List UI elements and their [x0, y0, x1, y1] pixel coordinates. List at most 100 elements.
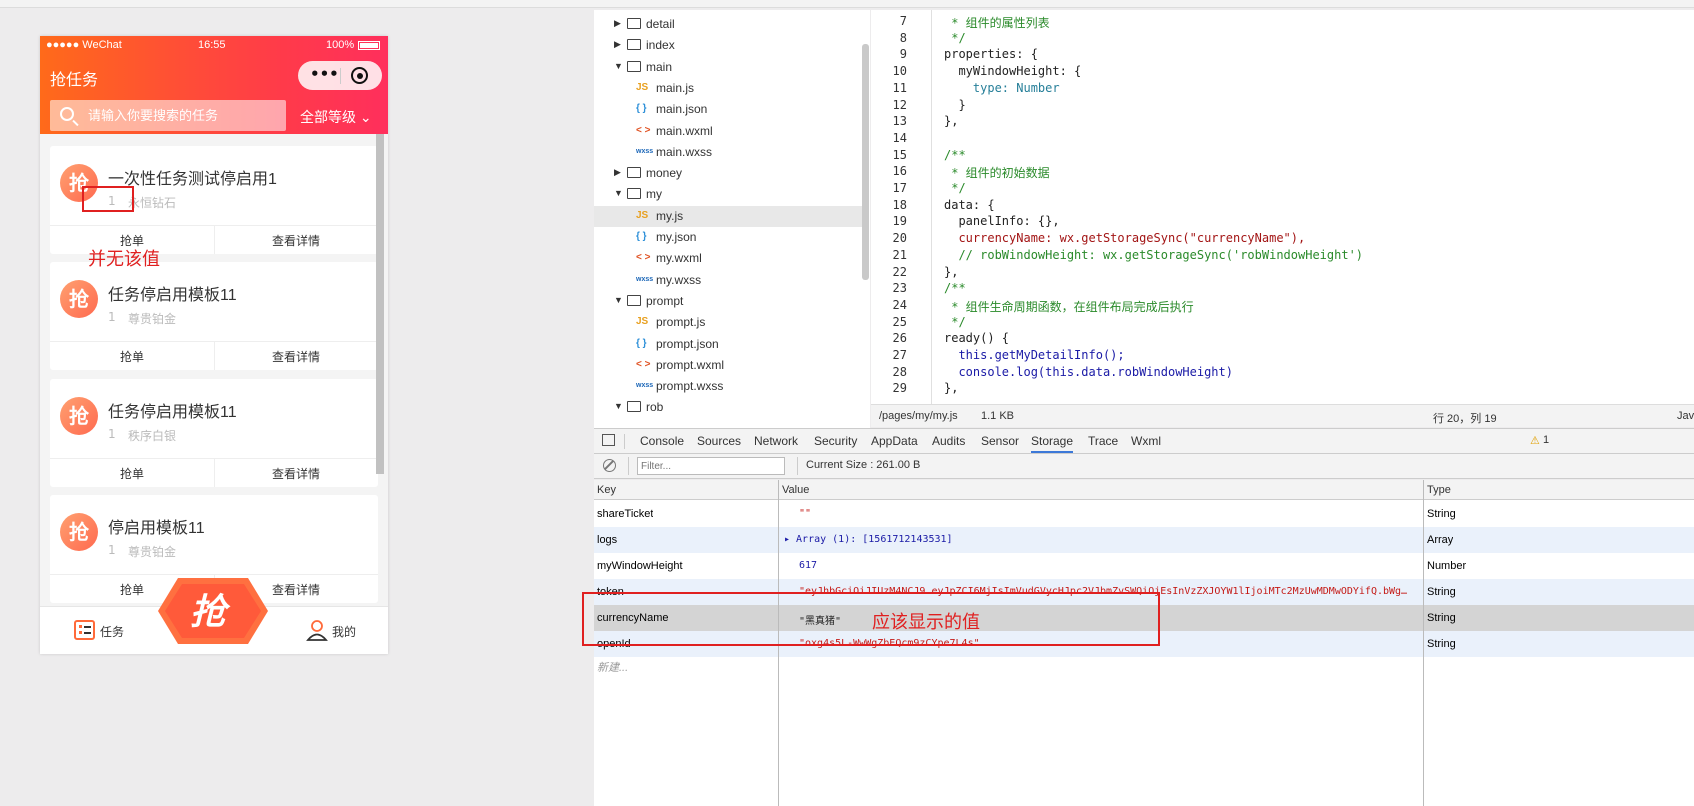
- grab-order-button[interactable]: 抢单: [50, 348, 214, 365]
- inspect-icon[interactable]: [602, 434, 615, 446]
- view-detail-button[interactable]: 查看详情: [214, 348, 378, 365]
- code-line[interactable]: properties: {: [944, 47, 1038, 61]
- view-detail-button[interactable]: 查看详情: [214, 232, 378, 249]
- code-line[interactable]: }: [944, 98, 965, 112]
- file-item[interactable]: { } my.json: [594, 227, 862, 248]
- task-logo-icon: 抢: [60, 397, 98, 435]
- wechat-capsule[interactable]: •••: [298, 61, 382, 90]
- grab-fab-label[interactable]: 抢: [190, 583, 226, 635]
- view-detail-button[interactable]: 查看详情: [214, 465, 378, 482]
- storage-value[interactable]: "": [799, 508, 1419, 519]
- warning-icon[interactable]: ⚠: [1530, 434, 1540, 447]
- storage-value[interactable]: 617: [799, 560, 1419, 571]
- tab-appdata[interactable]: AppData: [871, 434, 918, 448]
- search-input[interactable]: [88, 104, 278, 126]
- clear-icon[interactable]: [603, 459, 616, 472]
- tab-console[interactable]: Console: [640, 434, 684, 448]
- user-icon[interactable]: [306, 619, 328, 641]
- caret-right-icon[interactable]: ▶: [614, 39, 621, 50]
- file-tree: ▶ detail ▶ index ▼ main JS main.js { } main.json <…: [594, 10, 870, 430]
- file-item[interactable]: JS my.js: [594, 205, 862, 227]
- more-icon[interactable]: •••: [310, 65, 339, 83]
- file-tree-scrollbar[interactable]: [862, 44, 869, 280]
- folder-item[interactable]: ▶ detail: [594, 14, 862, 35]
- code-line[interactable]: /**: [944, 148, 966, 162]
- code-line[interactable]: },: [944, 381, 958, 395]
- code-line[interactable]: data: {: [944, 198, 995, 212]
- code-line[interactable]: this.getMyDetailInfo();: [944, 348, 1124, 362]
- file-item[interactable]: < > main.wxml: [594, 121, 862, 142]
- close-target-icon[interactable]: [351, 67, 368, 84]
- tab-storage[interactable]: Storage: [1031, 434, 1074, 453]
- code-line[interactable]: */: [944, 181, 965, 195]
- tab-trace[interactable]: Trace: [1088, 434, 1118, 448]
- code-line[interactable]: * 组件的初始数据: [944, 164, 1049, 181]
- code-line[interactable]: /**: [944, 281, 966, 295]
- table-row[interactable]: shareTicket "" String: [594, 501, 1694, 527]
- file-item[interactable]: < > my.wxml: [594, 248, 862, 269]
- tab-divider: [624, 434, 625, 449]
- table-row[interactable]: logs ▸ Array (1): [1561712143531] Array: [594, 527, 1694, 553]
- code-line[interactable]: },: [944, 114, 958, 128]
- line-number: 28: [892, 364, 907, 379]
- new-entry[interactable]: 新建...: [597, 659, 628, 675]
- file-item[interactable]: < > prompt.wxml: [594, 355, 862, 376]
- code-line[interactable]: panelInfo: {},: [944, 214, 1059, 228]
- folder-item[interactable]: ▶ money: [594, 163, 862, 184]
- wxml-file-icon: < >: [636, 124, 651, 136]
- tab-sensor[interactable]: Sensor: [981, 434, 1019, 448]
- tab-network[interactable]: Network: [754, 434, 798, 448]
- folder-item[interactable]: ▼ prompt: [594, 291, 862, 312]
- caret-right-icon[interactable]: ▶: [614, 167, 621, 178]
- tab-audits[interactable]: Audits: [932, 434, 965, 448]
- tab-wxml[interactable]: Wxml: [1131, 434, 1161, 448]
- caret-down-icon[interactable]: ▼: [614, 188, 623, 198]
- tab-security[interactable]: Security: [814, 434, 857, 448]
- folder-item[interactable]: ▼ my: [594, 184, 862, 205]
- language-mode[interactable]: Jav: [1677, 410, 1694, 422]
- tab-me[interactable]: 我的: [332, 623, 356, 640]
- list-scrollbar[interactable]: [376, 134, 384, 474]
- code-line[interactable]: type: Number: [944, 81, 1060, 95]
- task-card: 抢 任务停启用模板11 1 秩序白银 抢单 查看详情: [50, 379, 378, 487]
- caret-down-icon[interactable]: ▼: [614, 61, 623, 71]
- caret-down-icon[interactable]: ▼: [614, 401, 623, 411]
- column-header-type[interactable]: Type: [1424, 480, 1694, 500]
- code-editor[interactable]: 7 * 组件的属性列表 8 */ 9 properties: {10 myWindow…: [871, 10, 1694, 404]
- tab-sources[interactable]: Sources: [697, 434, 741, 448]
- folder-item[interactable]: ▼ main: [594, 57, 862, 78]
- level-select[interactable]: 全部等级 ⌄: [300, 107, 372, 127]
- folder-label: prompt: [646, 293, 684, 308]
- folder-item[interactable]: ▶ index: [594, 35, 862, 56]
- task-list-icon[interactable]: [74, 620, 95, 640]
- table-row[interactable]: myWindowHeight 617 Number: [594, 553, 1694, 579]
- column-header-value[interactable]: Value: [779, 480, 1423, 500]
- code-line[interactable]: myWindowHeight: {: [944, 64, 1081, 78]
- file-item[interactable]: JS prompt.js: [594, 312, 862, 333]
- file-item[interactable]: JS main.js: [594, 78, 862, 99]
- folder-item[interactable]: ▼ rob: [594, 397, 862, 418]
- column-header-key[interactable]: Key: [594, 480, 778, 500]
- file-item[interactable]: { } main.json: [594, 99, 862, 120]
- code-line[interactable]: ready() {: [944, 331, 1009, 345]
- tab-task[interactable]: 任务: [100, 623, 124, 640]
- code-line[interactable]: * 组件的属性列表: [944, 14, 1049, 31]
- code-line[interactable]: * 组件生命周期函数，在组件布局完成后执行: [944, 298, 1193, 315]
- caret-down-icon[interactable]: ▼: [614, 295, 623, 305]
- code-line[interactable]: currencyName: wx.getStorageSync("currenc…: [944, 231, 1305, 245]
- file-item[interactable]: wxss prompt.wxss: [594, 376, 862, 397]
- storage-value[interactable]: ▸ Array (1): [1561712143531]: [784, 534, 1404, 545]
- cursor-position[interactable]: 行 20，列 19: [1433, 410, 1497, 426]
- caret-right-icon[interactable]: ▶: [614, 18, 621, 29]
- code-line[interactable]: */: [944, 315, 965, 329]
- file-item[interactable]: { } prompt.json: [594, 334, 862, 355]
- file-item[interactable]: wxss main.wxss: [594, 142, 862, 163]
- code-line[interactable]: // robWindowHeight: wx.getStorageSync('r…: [944, 248, 1363, 262]
- file-item[interactable]: wxss my.wxss: [594, 270, 862, 291]
- code-line[interactable]: console.log(this.data.robWindowHeight): [944, 365, 1233, 379]
- search-box[interactable]: [50, 100, 286, 131]
- grab-order-button[interactable]: 抢单: [50, 465, 214, 482]
- code-line[interactable]: },: [944, 265, 958, 279]
- code-line[interactable]: */: [944, 31, 965, 45]
- filter-input[interactable]: [637, 457, 785, 475]
